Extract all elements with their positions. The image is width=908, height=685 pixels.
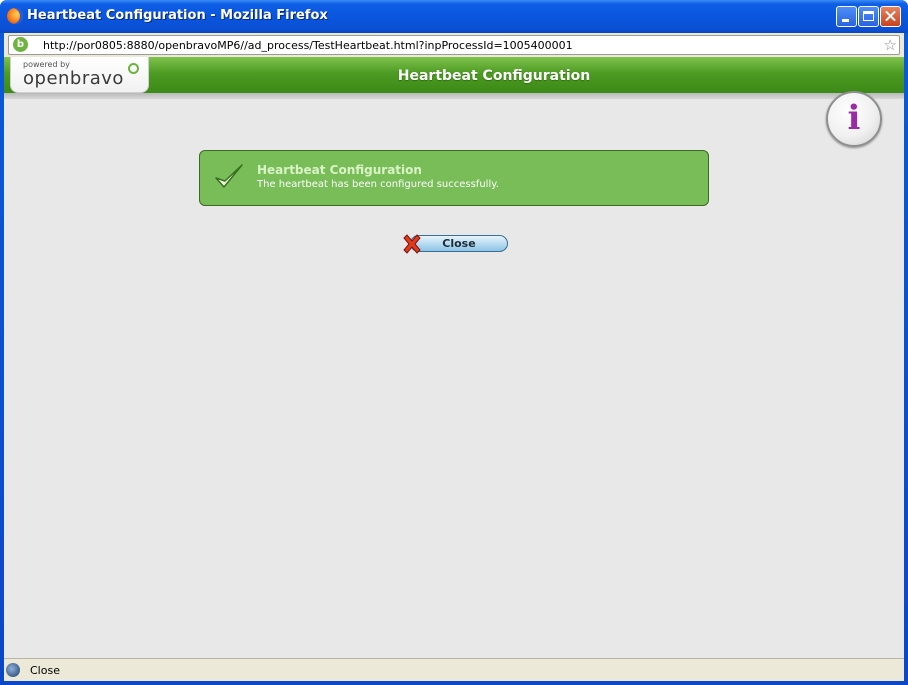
page-content: powered by openbravo Heartbeat Configura… <box>4 57 904 658</box>
maximize-button[interactable] <box>858 6 879 27</box>
logo-mark-icon <box>128 63 139 74</box>
minimize-icon <box>842 19 849 22</box>
minimize-button[interactable] <box>836 6 857 27</box>
close-button[interactable]: Close <box>400 232 510 256</box>
globe-icon <box>6 663 20 677</box>
status-bar: Close <box>4 658 904 681</box>
title-bar[interactable]: Heartbeat Configuration - Mozilla Firefo… <box>0 0 908 33</box>
success-message-box: Heartbeat Configuration The heartbeat ha… <box>199 150 709 206</box>
bookmark-star-icon[interactable]: ☆ <box>884 36 897 54</box>
status-text: Close <box>30 664 60 677</box>
site-favicon-icon[interactable]: b <box>13 37 28 52</box>
browser-client: b http://por0805:8880/openbravoMP6//ad_p… <box>4 33 904 681</box>
info-icon[interactable]: i <box>826 91 882 147</box>
navigation-bar: b http://por0805:8880/openbravoMP6//ad_p… <box>4 33 904 57</box>
openbravo-logo[interactable]: powered by openbravo <box>10 57 149 93</box>
browser-window: Heartbeat Configuration - Mozilla Firefo… <box>0 0 908 685</box>
window-title: Heartbeat Configuration - Mozilla Firefo… <box>27 8 328 23</box>
url-field[interactable]: b http://por0805:8880/openbravoMP6//ad_p… <box>8 35 900 55</box>
message-title: Heartbeat Configuration <box>257 163 422 177</box>
info-glyph: i <box>847 98 861 138</box>
window-close-button[interactable] <box>880 6 901 27</box>
close-button-label[interactable]: Close <box>410 237 508 250</box>
firefox-icon <box>7 8 23 24</box>
url-text[interactable]: http://por0805:8880/openbravoMP6//ad_pro… <box>43 39 573 52</box>
maximize-icon <box>863 11 874 21</box>
close-icon <box>881 7 900 26</box>
logo-wordmark: openbravo <box>23 68 124 89</box>
message-text: The heartbeat has been configured succes… <box>257 179 499 190</box>
checkmark-icon <box>215 164 243 188</box>
header-divider <box>4 93 904 99</box>
red-x-icon[interactable] <box>400 232 424 256</box>
page-title: Heartbeat Configuration <box>397 68 591 84</box>
